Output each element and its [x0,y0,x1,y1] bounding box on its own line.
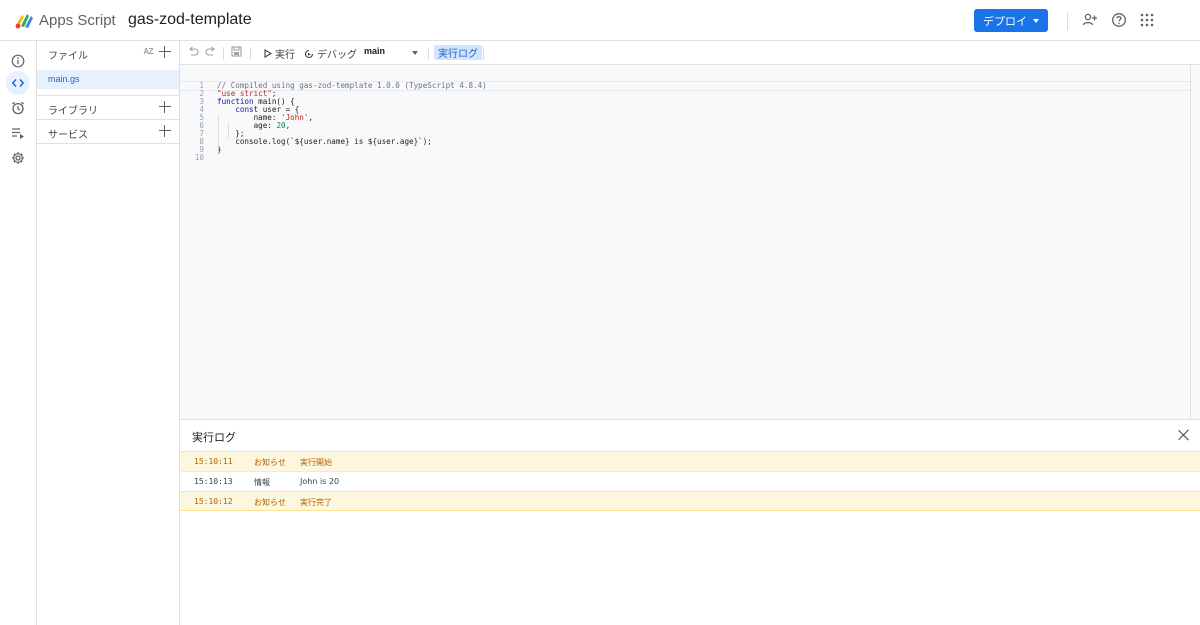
log-message: 実行開始 [300,458,332,467]
line-number: 10 [194,153,204,162]
code-editor[interactable]: 1// Compiled using gas-zod-template 1.0.… [180,65,1200,419]
debug-icon [304,49,314,58]
toolbar-divider [483,47,484,60]
log-row: 15:10:13 情報 John is 20 [180,471,1200,491]
chevron-down-icon[interactable] [412,51,418,55]
libraries-heading: ライブラリ [48,106,98,117]
indent-guide [218,115,219,155]
log-row: 15:10:11 お知らせ 実行開始 [180,451,1200,471]
deploy-button-label: デプロイ [983,15,1027,28]
file-name: main.gs [48,74,80,84]
redo-icon[interactable] [205,46,216,57]
log-panel-title: 実行ログ [192,432,236,444]
rail-item-triggers[interactable] [6,96,30,120]
log-level: お知らせ [254,498,286,507]
undo-icon[interactable] [188,46,199,57]
editor-toolbar: 実行 デバッグ main 実行ログ [180,41,1200,65]
rail-item-overview[interactable] [6,49,30,73]
gear-icon [12,152,24,164]
libraries-section: ライブラリ [37,96,179,120]
log-row: 15:10:12 お知らせ 実行完了 [180,491,1200,511]
indent-guide [228,123,229,139]
help-icon[interactable] [1110,11,1128,29]
log-time: 15:10:12 [194,497,233,506]
run-label: 実行 [275,50,295,61]
apps-script-logo-icon [15,14,33,29]
clock-icon [12,101,24,115]
services-heading: サービス [48,130,88,141]
file-item-main-gs[interactable]: main.gs [37,70,179,89]
add-service-icon[interactable] [159,125,171,137]
toolbar-divider [428,47,429,60]
play-icon [264,49,272,58]
rail-item-executions[interactable] [6,121,30,145]
add-library-icon[interactable] [159,101,171,113]
save-icon[interactable] [231,46,242,57]
file-explorer-panel: ファイル AZ main.gs ライブラリ サービス [37,41,180,625]
execution-log-toggle[interactable]: 実行ログ [434,45,482,60]
run-button[interactable]: 実行 [264,46,295,61]
files-header: ファイル AZ [37,41,179,65]
services-section: サービス [37,120,179,144]
code-line: 10 [180,153,1180,163]
debug-button[interactable]: デバッグ [304,46,357,61]
log-level: お知らせ [254,458,286,467]
add-file-icon[interactable] [159,46,171,58]
close-icon[interactable] [1178,429,1190,441]
project-title[interactable]: gas-zod-template [128,11,252,29]
app-header: Apps Script gas-zod-template デプロイ [0,0,1200,41]
add-user-icon[interactable] [1081,11,1099,29]
left-nav-rail [0,41,37,625]
log-message: John is 20 [300,477,340,486]
rail-item-editor[interactable] [6,71,30,95]
toolbar-divider [250,47,251,60]
debug-label: デバッグ [317,50,357,61]
log-level: 情報 [254,478,270,487]
header-divider [1067,12,1068,30]
code-icon [11,78,25,88]
execution-log-panel: 実行ログ 15:10:11 お知らせ 実行開始 15:10:13 情報 John… [180,419,1200,625]
sort-az-icon[interactable]: AZ [143,47,153,56]
product-name: Apps Script [39,12,116,29]
log-message: 実行完了 [300,498,332,507]
executions-icon [12,128,24,139]
function-select[interactable]: main [364,46,385,56]
divider [37,143,179,144]
log-time: 15:10:11 [194,457,233,466]
rail-item-settings[interactable] [6,146,30,170]
deploy-button[interactable]: デプロイ [974,9,1048,32]
chevron-down-icon [1033,18,1039,23]
info-icon [11,54,25,68]
log-time: 15:10:13 [194,477,233,486]
editor-scrollbar[interactable] [1190,65,1191,419]
toolbar-divider [223,47,224,60]
apps-grid-icon[interactable] [1138,11,1156,29]
files-heading: ファイル [48,51,88,62]
